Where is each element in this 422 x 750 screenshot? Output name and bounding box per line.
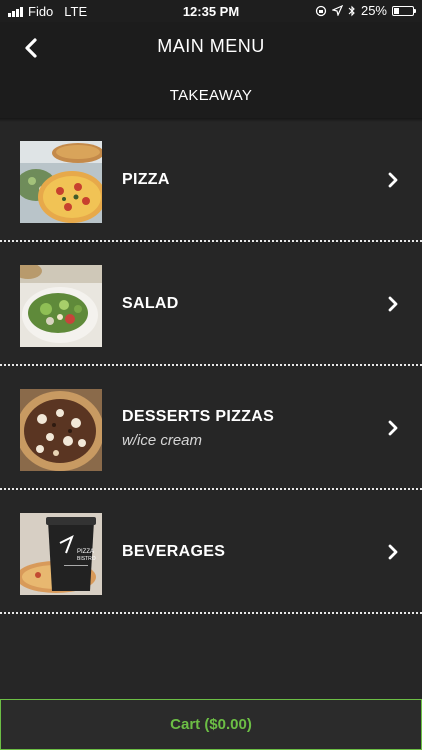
dessert-pizza-photo-icon [20,389,102,471]
chevron-right-icon [388,420,398,436]
chevron-right-icon [388,172,398,188]
app-screen: Fido LTE 12:35 PM 25% MAIN MENU TAKEAWAY… [0,0,422,750]
battery-level [394,7,399,14]
bluetooth-icon [348,5,355,16]
location-arrow-icon [331,5,343,16]
menu-category-list: PIZZA SALAD DESSERTS PIZZAS w/ice cream … [0,120,422,616]
status-bar: Fido LTE 12:35 PM 25% [0,0,422,22]
menu-item-label: DESSERTS PIZZAS [122,407,275,425]
status-right: 25% [315,3,416,18]
svg-text:BISTRO: BISTRO [77,556,96,562]
rotation-lock-icon [315,5,327,16]
menu-item-text: BEVERAGES [122,492,225,612]
cart-button[interactable]: Cart ($0.00) [0,699,422,750]
cart-label: Cart ($0.00) [170,716,252,733]
battery-icon [392,5,416,16]
menu-item-pizza[interactable]: PIZZA [0,120,422,242]
menu-item-beverages[interactable]: PIZZA BISTRO BEVERAGES [0,492,422,614]
battery-percent: 25% [360,3,387,18]
menu-item-sublabel: w/ice cream [122,431,203,449]
chevron-right-icon [388,544,398,560]
beverage-cup-photo-icon: PIZZA BISTRO [20,513,102,595]
menu-item-label: BEVERAGES [122,543,226,560]
chevron-right-icon [388,296,398,312]
page-title: MAIN MENU [157,36,265,56]
menu-item-text: PIZZA [122,120,170,240]
order-type-label: TAKEAWAY [169,87,253,104]
pizza-photo-icon [20,141,102,223]
header: MAIN MENU TAKEAWAY [0,22,422,118]
menu-item-salad[interactable]: SALAD [0,244,422,366]
menu-item-text: DESSERTS PIZZAS w/ice cream [122,368,274,488]
svg-text:PIZZA: PIZZA [77,549,94,555]
menu-item-desserts-pizzas[interactable]: DESSERTS PIZZAS w/ice cream [0,368,422,490]
menu-item-label: SALAD [122,295,179,312]
menu-item-text: SALAD [122,244,179,364]
salad-photo-icon [20,265,102,347]
menu-item-label: PIZZA [122,171,170,188]
